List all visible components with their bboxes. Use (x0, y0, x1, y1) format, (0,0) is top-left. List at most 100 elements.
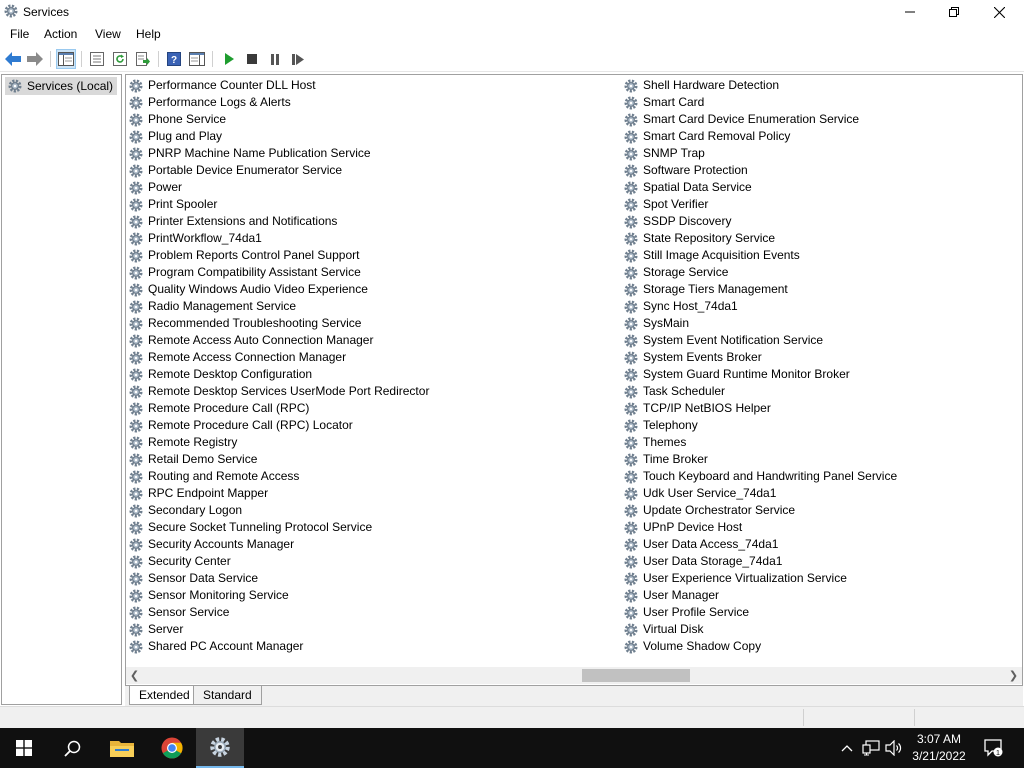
horizontal-scrollbar[interactable]: ❮ ❯ (126, 667, 1022, 684)
service-row[interactable]: Secure Socket Tunneling Protocol Service (128, 519, 429, 536)
service-row[interactable]: Shared PC Account Manager (128, 638, 429, 655)
scroll-right-arrow-icon[interactable]: ❯ (1005, 667, 1022, 684)
service-row[interactable]: UPnP Device Host (623, 519, 897, 536)
service-row[interactable]: Virtual Disk (623, 621, 897, 638)
help-button[interactable]: ? (164, 49, 184, 69)
chrome-button[interactable] (148, 728, 196, 768)
service-row[interactable]: Shell Hardware Detection (623, 77, 897, 94)
service-row[interactable]: User Data Storage_74da1 (623, 553, 897, 570)
close-button[interactable] (976, 0, 1022, 24)
search-button[interactable] (48, 728, 96, 768)
scrollbar-thumb[interactable] (582, 669, 690, 682)
menu-action[interactable]: Action (44, 27, 77, 41)
service-row[interactable]: Task Scheduler (623, 383, 897, 400)
restore-button[interactable] (931, 0, 977, 24)
service-row[interactable]: Smart Card Removal Policy (623, 128, 897, 145)
file-explorer-button[interactable] (98, 728, 146, 768)
service-row[interactable]: Remote Desktop Services UserMode Port Re… (128, 383, 429, 400)
service-row[interactable]: SSDP Discovery (623, 213, 897, 230)
start-service-button[interactable] (219, 49, 239, 69)
service-row[interactable]: Software Protection (623, 162, 897, 179)
service-row[interactable]: Sensor Service (128, 604, 429, 621)
service-row[interactable]: Phone Service (128, 111, 429, 128)
service-row[interactable]: Spot Verifier (623, 196, 897, 213)
service-row[interactable]: Smart Card (623, 94, 897, 111)
service-row[interactable]: Smart Card Device Enumeration Service (623, 111, 897, 128)
service-row[interactable]: Security Accounts Manager (128, 536, 429, 553)
action-center-button[interactable]: 1 (982, 738, 1006, 758)
service-row[interactable]: SysMain (623, 315, 897, 332)
menu-help[interactable]: Help (136, 27, 161, 41)
scroll-left-arrow-icon[interactable]: ❮ (126, 667, 143, 684)
resume-service-button[interactable] (288, 49, 308, 69)
service-row[interactable]: RPC Endpoint Mapper (128, 485, 429, 502)
service-row[interactable]: Printer Extensions and Notifications (128, 213, 429, 230)
service-row[interactable]: SNMP Trap (623, 145, 897, 162)
service-row[interactable]: System Events Broker (623, 349, 897, 366)
service-row[interactable]: Portable Device Enumerator Service (128, 162, 429, 179)
service-row[interactable]: Retail Demo Service (128, 451, 429, 468)
service-row[interactable]: Power (128, 179, 429, 196)
menu-file[interactable]: File (10, 27, 29, 41)
service-row[interactable]: Performance Logs & Alerts (128, 94, 429, 111)
service-row[interactable]: Volume Shadow Copy (623, 638, 897, 655)
service-row[interactable]: Remote Access Auto Connection Manager (128, 332, 429, 349)
back-button[interactable] (3, 49, 23, 69)
forward-button[interactable] (25, 49, 45, 69)
service-row[interactable]: Plug and Play (128, 128, 429, 145)
stop-service-button[interactable] (242, 49, 262, 69)
service-row[interactable]: Remote Access Connection Manager (128, 349, 429, 366)
service-row[interactable]: Problem Reports Control Panel Support (128, 247, 429, 264)
service-row[interactable]: Performance Counter DLL Host (128, 77, 429, 94)
service-row[interactable]: Time Broker (623, 451, 897, 468)
service-row[interactable]: Themes (623, 434, 897, 451)
service-row[interactable]: Program Compatibility Assistant Service (128, 264, 429, 281)
service-row[interactable]: Security Center (128, 553, 429, 570)
service-row[interactable]: User Data Access_74da1 (623, 536, 897, 553)
service-row[interactable]: Print Spooler (128, 196, 429, 213)
tab-extended[interactable]: Extended (129, 686, 200, 705)
service-row[interactable]: Remote Registry (128, 434, 429, 451)
service-row[interactable]: System Guard Runtime Monitor Broker (623, 366, 897, 383)
service-row[interactable]: Remote Procedure Call (RPC) (128, 400, 429, 417)
start-button[interactable] (0, 728, 48, 768)
pause-service-button[interactable] (265, 49, 285, 69)
export-list-button[interactable] (133, 49, 153, 69)
service-row[interactable]: Remote Desktop Configuration (128, 366, 429, 383)
show-hidden-icons-button[interactable] (837, 738, 857, 758)
refresh-button[interactable] (110, 49, 130, 69)
menu-view[interactable]: View (95, 27, 121, 41)
service-row[interactable]: Server (128, 621, 429, 638)
service-row[interactable]: Remote Procedure Call (RPC) Locator (128, 417, 429, 434)
volume-button[interactable] (884, 738, 904, 758)
service-row[interactable]: PrintWorkflow_74da1 (128, 230, 429, 247)
service-row[interactable]: Storage Tiers Management (623, 281, 897, 298)
service-row[interactable]: Still Image Acquisition Events (623, 247, 897, 264)
service-row[interactable]: Udk User Service_74da1 (623, 485, 897, 502)
service-row[interactable]: Spatial Data Service (623, 179, 897, 196)
service-row[interactable]: Storage Service (623, 264, 897, 281)
service-row[interactable]: User Profile Service (623, 604, 897, 621)
service-row[interactable]: Secondary Logon (128, 502, 429, 519)
service-row[interactable]: Quality Windows Audio Video Experience (128, 281, 429, 298)
network-button[interactable] (861, 738, 881, 758)
show-action-pane-button[interactable] (187, 49, 207, 69)
service-row[interactable]: Touch Keyboard and Handwriting Panel Ser… (623, 468, 897, 485)
taskbar-clock[interactable]: 3:07 AM 3/21/2022 (904, 731, 974, 765)
service-row[interactable]: Update Orchestrator Service (623, 502, 897, 519)
service-row[interactable]: Sensor Data Service (128, 570, 429, 587)
tree-item-services-local[interactable]: Services (Local) (5, 77, 118, 95)
service-row[interactable]: User Manager (623, 587, 897, 604)
show-hide-console-tree-button[interactable] (56, 49, 76, 69)
service-row[interactable]: PNRP Machine Name Publication Service (128, 145, 429, 162)
service-row[interactable]: Radio Management Service (128, 298, 429, 315)
tab-standard[interactable]: Standard (193, 686, 262, 705)
service-row[interactable]: System Event Notification Service (623, 332, 897, 349)
service-row[interactable]: TCP/IP NetBIOS Helper (623, 400, 897, 417)
service-row[interactable]: Routing and Remote Access (128, 468, 429, 485)
service-row[interactable]: Sync Host_74da1 (623, 298, 897, 315)
minimize-button[interactable] (887, 0, 933, 24)
service-row[interactable]: State Repository Service (623, 230, 897, 247)
service-row[interactable]: Sensor Monitoring Service (128, 587, 429, 604)
service-row[interactable]: Recommended Troubleshooting Service (128, 315, 429, 332)
